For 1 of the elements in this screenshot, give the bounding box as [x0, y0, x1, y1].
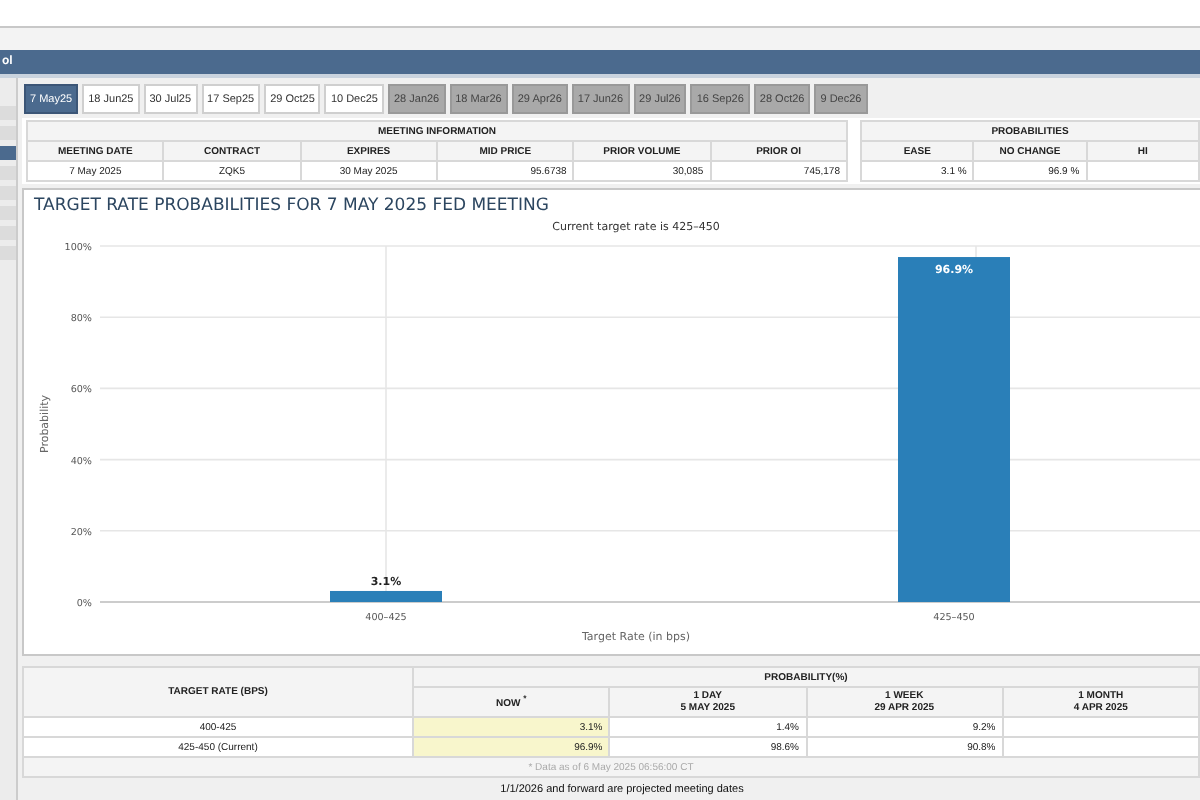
chart-title: TARGET RATE PROBABILITIES FOR 7 MAY 2025 FED MEETING	[32, 194, 551, 214]
